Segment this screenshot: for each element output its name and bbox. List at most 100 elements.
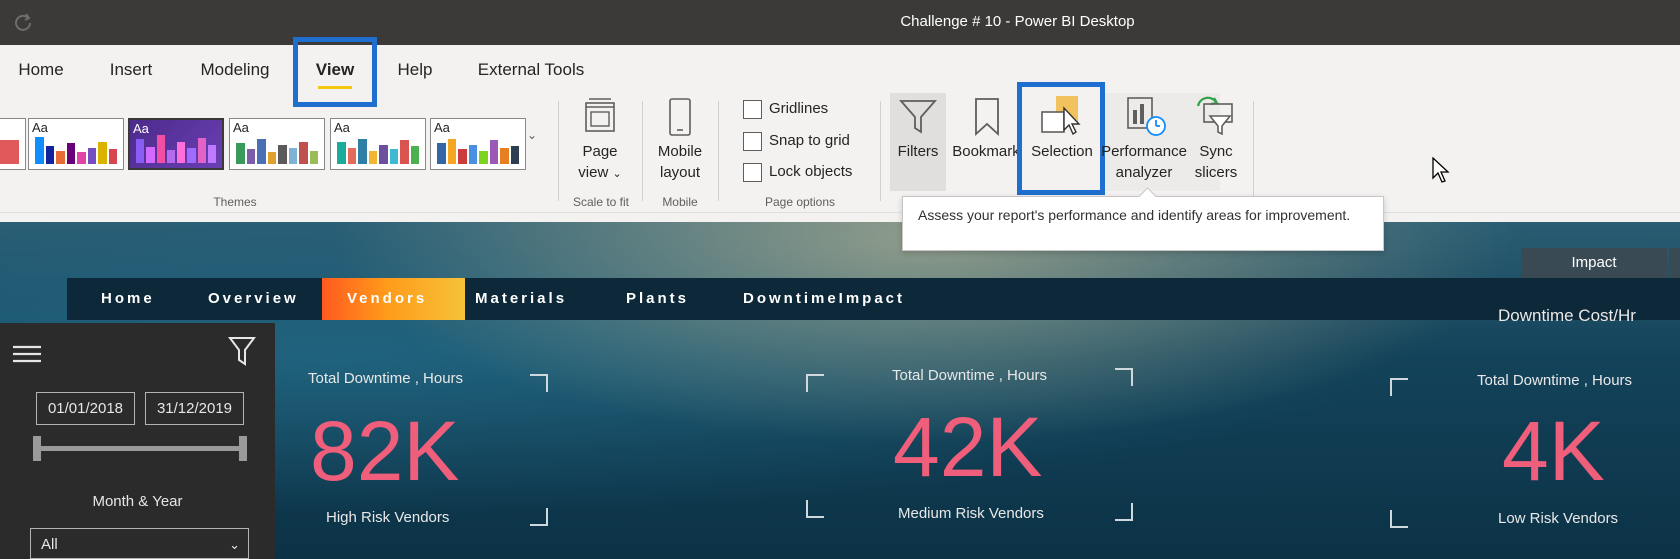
mobile-group-label: Mobile xyxy=(662,195,698,209)
performance-analyzer-button[interactable]: Performance analyzer xyxy=(1098,141,1190,183)
theme-label: Aa xyxy=(233,120,249,135)
mobile-layout-button[interactable]: Mobile layout xyxy=(645,141,715,183)
themes-group-label: Themes xyxy=(213,195,257,209)
visual-corner xyxy=(806,374,824,392)
tab-insert[interactable]: Insert xyxy=(100,57,162,83)
tab-external-tools[interactable]: External Tools xyxy=(470,57,592,83)
kpi-label: Total Downtime , Hours xyxy=(308,370,464,387)
nav-plants[interactable]: Plants xyxy=(626,288,689,310)
tab-modeling[interactable]: Modeling xyxy=(190,57,280,83)
visual-corner xyxy=(1115,503,1133,521)
ribbon-divider xyxy=(1253,101,1254,201)
theme-swatch-2[interactable]: Aa xyxy=(28,118,124,170)
start-date-input[interactable]: 01/01/2018 xyxy=(36,392,135,425)
end-date-input[interactable]: 31/12/2019 xyxy=(145,392,244,425)
gridlines-checkbox[interactable]: Gridlines xyxy=(743,98,828,120)
visual-corner xyxy=(1390,378,1408,396)
filters-button[interactable]: Filters xyxy=(888,141,948,162)
tab-home[interactable]: Home xyxy=(10,57,72,83)
bookmarks-button[interactable]: Bookmark xyxy=(948,141,1024,162)
downtime-cost-label: Downtime Cost/Hr xyxy=(1498,306,1636,325)
kpi-label: Total Downtime , Hours xyxy=(892,367,1048,384)
slider-end-handle[interactable] xyxy=(239,436,247,461)
view-tab-highlight xyxy=(293,37,377,107)
page-options-group-label: Page options xyxy=(764,195,836,209)
tooltip-text: Assess your report's performance and ide… xyxy=(918,207,1351,223)
mobile-layout-label: Mobile xyxy=(657,143,703,160)
snap-to-grid-label: Snap to grid xyxy=(769,132,850,149)
theme-bars xyxy=(437,134,519,164)
theme-bars xyxy=(236,134,318,164)
chevron-down-icon: ⌄ xyxy=(229,537,240,552)
visual-corner xyxy=(530,374,548,392)
visual-corner xyxy=(1390,510,1408,528)
bookmark-icon xyxy=(975,98,999,137)
sync-slicers-button[interactable]: Sync slicers xyxy=(1180,141,1252,183)
impact-tab[interactable]: Impact xyxy=(1521,248,1667,278)
performance-analyzer-tooltip: Assess your report's performance and ide… xyxy=(902,196,1384,251)
nav-overview[interactable]: Overview xyxy=(208,288,299,310)
nav-materials[interactable]: Materials xyxy=(475,288,567,310)
nav-downtime-impact[interactable]: DowntimeImpact xyxy=(743,288,905,310)
visual-corner xyxy=(1115,368,1133,386)
checkbox-icon xyxy=(743,162,762,182)
lock-objects-label: Lock objects xyxy=(769,163,853,180)
theme-swatch-3[interactable]: Aa xyxy=(128,118,224,170)
kpi-subtitle: High Risk Vendors xyxy=(326,509,450,526)
title-bar: Challenge # 10 - Power BI Desktop xyxy=(0,0,1680,45)
hamburger-menu-icon[interactable] xyxy=(13,345,41,363)
page-view-label: Page xyxy=(582,143,618,160)
theme-bars xyxy=(35,134,117,164)
ribbon-divider xyxy=(880,101,881,201)
filter-icon xyxy=(899,100,937,134)
theme-swatch-1[interactable] xyxy=(0,118,26,170)
theme-bars xyxy=(0,134,19,164)
theme-swatch-6[interactable]: Aa xyxy=(430,118,526,170)
kpi-value: 42K xyxy=(893,400,1043,494)
selection-highlight xyxy=(1017,82,1105,195)
gridlines-label: Gridlines xyxy=(769,100,829,117)
theme-label: Aa xyxy=(434,120,450,135)
theme-label: Aa xyxy=(334,120,350,135)
ribbon: Aa Aa Aa Aa Aa ⌄ Themes Page view ⌄ Scal… xyxy=(0,93,1680,213)
theme-bars xyxy=(337,134,419,164)
mouse-cursor-icon xyxy=(1432,157,1450,183)
performance-label: Performance xyxy=(1101,143,1187,160)
lock-objects-checkbox[interactable]: Lock objects xyxy=(743,161,852,183)
sync-slicers-label-2: slicers xyxy=(1194,164,1238,181)
impact-tab-edge xyxy=(1669,248,1680,278)
page-view-icon xyxy=(585,98,615,132)
visual-corner xyxy=(530,508,548,526)
ribbon-divider xyxy=(642,101,643,201)
kpi-value: 82K xyxy=(310,404,460,498)
theme-swatch-5[interactable]: Aa xyxy=(330,118,426,170)
theme-swatch-4[interactable]: Aa xyxy=(229,118,325,170)
slider-start-handle[interactable] xyxy=(33,436,41,461)
performance-analyzer-icon xyxy=(1127,97,1166,136)
month-year-dropdown[interactable]: All ⌄ xyxy=(30,528,249,559)
theme-bars xyxy=(136,133,216,163)
visual-corner xyxy=(806,500,824,518)
snap-to-grid-checkbox[interactable]: Snap to grid xyxy=(743,130,850,152)
filter-funnel-icon[interactable] xyxy=(228,335,256,367)
ribbon-divider xyxy=(558,101,559,201)
kpi-subtitle: Low Risk Vendors xyxy=(1498,510,1619,527)
nav-vendors[interactable]: Vendors xyxy=(347,288,427,310)
tab-help[interactable]: Help xyxy=(390,57,440,83)
themes-more-button[interactable]: ⌄ xyxy=(525,128,539,168)
ribbon-divider xyxy=(718,101,719,201)
sync-slicers-icon xyxy=(1196,96,1233,136)
performance-label-2: analyzer xyxy=(1115,164,1173,181)
sync-slicers-label: Sync xyxy=(1199,143,1233,160)
mobile-layout-icon xyxy=(669,98,691,136)
nav-home[interactable]: Home xyxy=(101,288,155,310)
window-title: Challenge # 10 - Power BI Desktop xyxy=(900,13,1135,30)
page-view-button[interactable]: Page view ⌄ xyxy=(565,141,635,185)
month-year-value: All xyxy=(41,536,58,553)
kpi-label: Total Downtime , Hours xyxy=(1477,372,1633,389)
mobile-layout-label-2: layout xyxy=(659,164,701,181)
checkbox-icon xyxy=(743,99,762,119)
date-range-slider[interactable] xyxy=(36,446,244,451)
kpi-value: 4K xyxy=(1502,404,1605,498)
kpi-subtitle: Medium Risk Vendors xyxy=(898,505,1044,522)
